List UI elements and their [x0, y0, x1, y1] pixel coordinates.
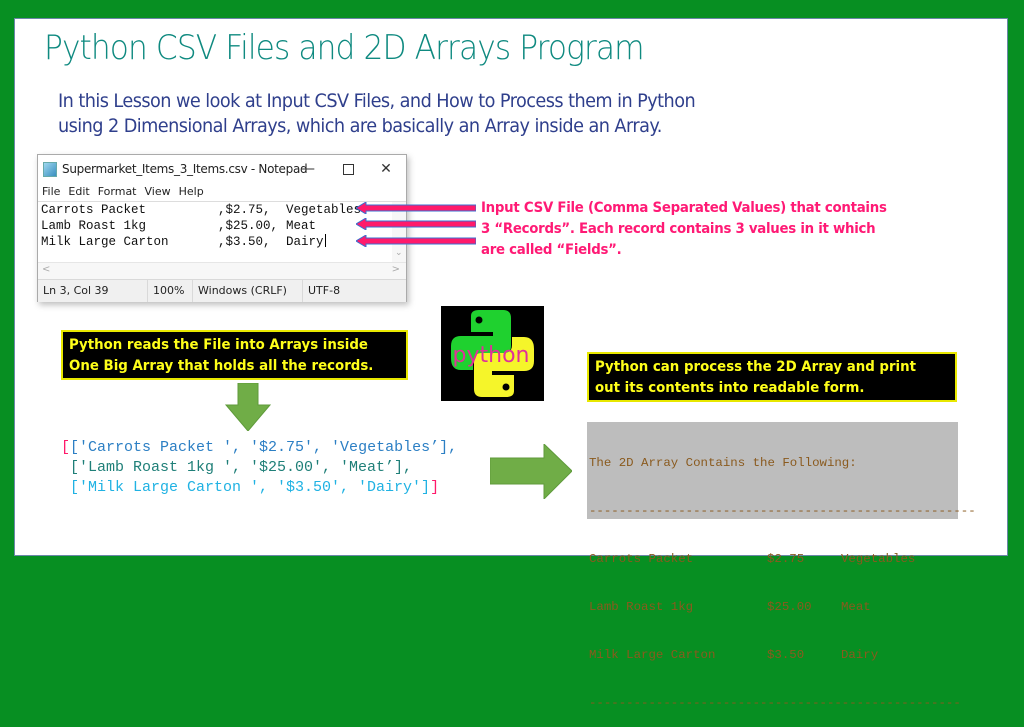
python-logo-icon: python — [451, 310, 534, 397]
csv-field-category: Dairy — [286, 235, 324, 249]
notepad-window-title: Supermarket_Items_3_Items.csv - Notepad — [62, 162, 308, 176]
status-cursor-position: Ln 3, Col 39 — [38, 280, 148, 302]
annotation-line: Input CSV File (Comma Separated Values) … — [481, 200, 887, 216]
console-row: Milk Large Carton $3.50 Dairy — [589, 647, 958, 663]
down-arrow-icon — [224, 383, 272, 431]
console-item-category: Dairy — [841, 648, 879, 662]
slide-subtitle: In this Lesson we look at Input CSV File… — [58, 89, 914, 139]
console-separator: ----------------------------------------… — [589, 504, 976, 518]
outer-bracket-close: ] — [430, 479, 440, 496]
console-item-category: Vegetables — [841, 552, 916, 566]
csv-field-category: Meat — [286, 219, 317, 233]
callout-line: Python can process the 2D Array and prin… — [595, 359, 916, 375]
console-separator: ----------------------------------------… — [589, 696, 961, 710]
status-encoding: UTF-8 — [308, 284, 341, 297]
csv-line: Carrots Packet ,$2.75, Vegetables — [41, 202, 406, 218]
notepad-app-icon — [43, 162, 57, 177]
notepad-menubar: File Edit Format View Help — [38, 183, 406, 201]
text-caret — [324, 234, 326, 247]
console-row: Carrots Packet $2.75 Vegetables — [589, 551, 958, 567]
notepad-statusbar: Ln 3, Col 39 100% Windows (CRLF) UTF-8 — [38, 279, 406, 302]
console-item-price: $2.75 — [767, 552, 805, 566]
array-row: ['Lamb Roast 1kg ', '$25.00', 'Meat’], — [61, 459, 413, 476]
csv-field-name: Milk Large Carton — [41, 235, 169, 249]
callout-process-array: Python can process the 2D Array and prin… — [587, 352, 957, 402]
console-item-name: Carrots Packet — [589, 552, 694, 566]
console-heading: The 2D Array Contains the Following: — [589, 456, 857, 470]
pink-arrow-icon — [356, 235, 476, 247]
csv-line: Lamb Roast 1kg ,$25.00, Meat — [41, 218, 406, 234]
callout-line: out its contents into readable form. — [595, 380, 865, 396]
csv-annotation: Input CSV File (Comma Separated Values) … — [481, 198, 923, 261]
array-row: ['Carrots Packet ', '$2.75', 'Vegetables… — [70, 439, 458, 456]
console-item-price: $25.00 — [767, 600, 812, 614]
annotation-line: are called “Fields”. — [481, 242, 622, 258]
annotation-line: 3 “Records”. Each record contains 3 valu… — [481, 221, 876, 237]
python-logo-text: python — [453, 343, 530, 368]
csv-field-price: ,$2.75, — [218, 203, 271, 217]
menu-format[interactable]: Format — [98, 183, 137, 201]
scroll-left-icon[interactable]: < — [42, 264, 50, 275]
csv-field-name: Carrots Packet — [41, 203, 147, 217]
console-item-category: Meat — [841, 600, 871, 614]
status-line-ending: Windows (CRLF) — [193, 280, 303, 302]
csv-line: Milk Large Carton ,$3.50, Dairy — [41, 234, 406, 250]
console-item-price: $3.50 — [767, 648, 805, 662]
callout-line: Python reads the File into Arrays inside — [69, 337, 368, 353]
csv-field-price: ,$25.00, — [218, 219, 279, 233]
close-button[interactable]: ✕ — [371, 158, 401, 180]
menu-view[interactable]: View — [145, 183, 171, 201]
csv-field-category: Vegetables — [286, 203, 362, 217]
horizontal-scrollbar[interactable]: < > — [38, 262, 406, 279]
array-code-block: [['Carrots Packet ', '$2.75', 'Vegetable… — [61, 438, 457, 498]
callout-read-file: Python reads the File into Arrays inside… — [61, 330, 408, 380]
menu-file[interactable]: File — [42, 183, 60, 201]
scroll-down-icon[interactable]: ⌄ — [395, 245, 403, 261]
minimize-button[interactable]: — — [293, 158, 323, 180]
array-row: ['Milk Large Carton ', '$3.50', 'Dairy'] — [61, 479, 431, 496]
console-output: The 2D Array Contains the Following: ---… — [587, 422, 976, 710]
menu-edit[interactable]: Edit — [68, 183, 89, 201]
notepad-text-area[interactable]: Carrots Packet ,$2.75, Vegetables Lamb R… — [38, 201, 406, 262]
csv-field-name: Lamb Roast 1kg — [41, 219, 147, 233]
status-zoom: 100% — [148, 280, 193, 302]
maximize-button[interactable] — [333, 158, 363, 180]
pink-arrow-icon — [356, 218, 476, 230]
console-item-name: Milk Large Carton — [589, 648, 716, 662]
pink-arrow-icon — [356, 202, 476, 214]
menu-help[interactable]: Help — [179, 183, 204, 201]
python-logo: python — [441, 306, 544, 401]
notepad-titlebar[interactable]: Supermarket_Items_3_Items.csv - Notepad … — [38, 155, 406, 183]
right-arrow-icon — [490, 444, 572, 499]
csv-field-price: ,$3.50, — [218, 235, 271, 249]
scroll-right-icon[interactable]: > — [392, 264, 400, 275]
outer-bracket-open: [ — [61, 439, 71, 456]
console-item-name: Lamb Roast 1kg — [589, 600, 694, 614]
console-row: Lamb Roast 1kg $25.00 Meat — [589, 599, 958, 615]
notepad-window: Supermarket_Items_3_Items.csv - Notepad … — [37, 154, 407, 302]
callout-line: One Big Array that holds all the records… — [69, 358, 374, 374]
slide-title: Python CSV Files and 2D Arrays Program — [44, 28, 645, 68]
subtitle-line: using 2 Dimensional Arrays, which are ba… — [58, 115, 662, 137]
maximize-icon — [342, 163, 354, 175]
subtitle-line: In this Lesson we look at Input CSV File… — [58, 90, 696, 112]
